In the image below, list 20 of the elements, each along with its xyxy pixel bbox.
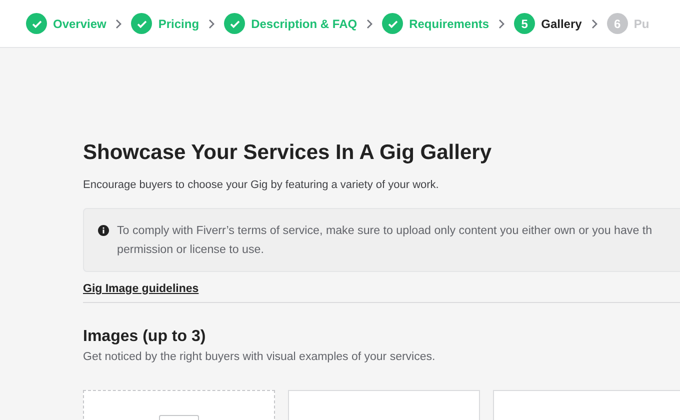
step-link[interactable]: Pu <box>634 14 650 32</box>
chevron-icon <box>208 18 216 28</box>
step-link[interactable]: Gallery <box>541 14 582 32</box>
step-link[interactable]: Requirements <box>409 14 490 32</box>
step-link[interactable]: Pricing <box>158 14 200 32</box>
chevron-icon <box>115 18 122 28</box>
guidelines-link[interactable]: Gig Image guidelines <box>83 280 199 298</box>
chevron-icon <box>498 18 506 28</box>
info-icon <box>98 224 109 236</box>
chevron-icon <box>366 18 374 28</box>
step-number: 5 <box>514 13 536 34</box>
section-heading: Images (up to 3) <box>83 326 207 346</box>
section-description: Get noticed by the right buyers with visual examples of your services. <box>83 350 436 365</box>
notice-text: To comply with Fiverr’s terms of service, make sure to upload only content you either own or you have th permission or license to use. <box>117 222 652 258</box>
step-link[interactable]: Overview <box>53 14 106 32</box>
step-number: 6 <box>606 13 628 34</box>
page-subtitle: Encourage buyers to choose your Gig by featuring a variety of your work. <box>83 178 440 194</box>
step-link[interactable]: Description & FAQ <box>251 14 358 32</box>
page-title: Showcase Your Services In A Gig Gallery <box>83 140 493 166</box>
chevron-icon <box>590 18 598 28</box>
